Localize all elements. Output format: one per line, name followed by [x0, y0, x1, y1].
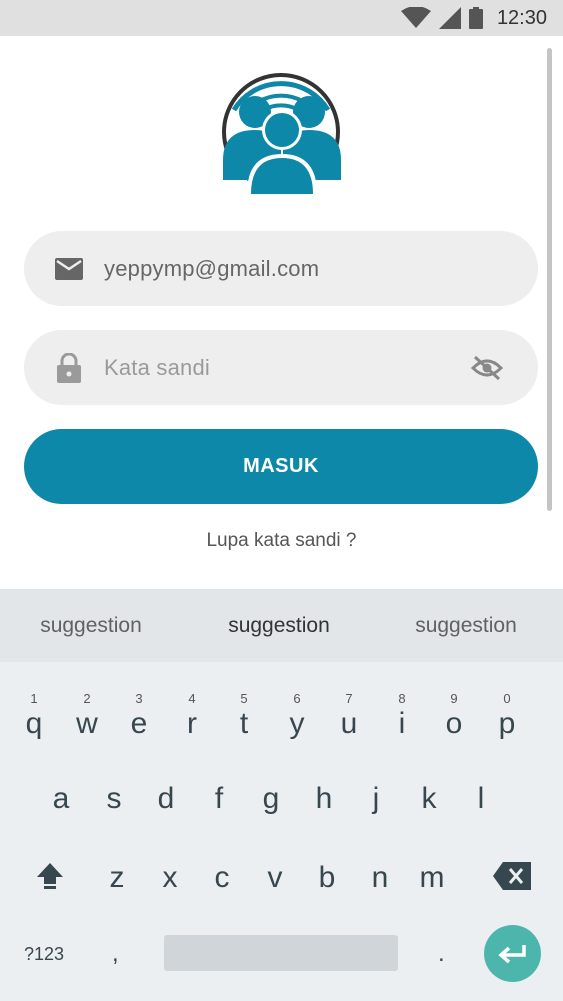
suggestion-bar: suggestion suggestion suggestion — [0, 589, 563, 662]
scroll-indicator[interactable] — [547, 48, 552, 511]
suggestion-1[interactable]: suggestion — [0, 589, 185, 662]
key-r[interactable]: 4r — [166, 691, 218, 754]
eye-off-icon[interactable] — [471, 355, 503, 381]
mail-icon — [55, 257, 83, 280]
email-value: yeppymp@gmail.com — [104, 255, 320, 281]
key-p[interactable]: 0p — [481, 691, 533, 754]
enter-icon — [497, 944, 526, 963]
key-a[interactable]: a — [35, 769, 87, 829]
key-u[interactable]: 7u — [323, 691, 375, 754]
key-label: w — [76, 707, 98, 740]
battery-icon — [468, 7, 483, 29]
key-s[interactable]: s — [88, 769, 140, 829]
key-label: y — [289, 707, 305, 740]
password-field[interactable]: Kata sandi — [24, 330, 538, 405]
symbols-key[interactable]: ?123 — [24, 944, 64, 965]
key-hint: 9 — [450, 691, 458, 706]
key-hint: 3 — [135, 691, 143, 706]
key-label: t — [239, 707, 249, 740]
key-hint: 2 — [83, 691, 91, 706]
login-button[interactable]: MASUK — [24, 429, 538, 504]
key-n[interactable]: n — [354, 848, 406, 908]
key-hint: 6 — [293, 691, 301, 706]
key-hint: 8 — [398, 691, 406, 706]
email-field[interactable]: yeppymp@gmail.com — [24, 231, 538, 306]
key-c[interactable]: c — [196, 848, 248, 908]
status-time: 12:30 — [496, 6, 547, 29]
key-hint: 1 — [30, 691, 38, 706]
key-label: p — [498, 707, 516, 740]
shift-icon[interactable] — [36, 862, 64, 890]
key-f[interactable]: f — [193, 769, 245, 829]
status-bar: 12:30 — [0, 0, 563, 36]
space-key[interactable] — [164, 935, 398, 971]
key-hint: 4 — [188, 691, 196, 706]
suggestion-3[interactable]: suggestion — [372, 589, 560, 662]
key-o[interactable]: 9o — [428, 691, 480, 754]
group-users-icon — [222, 73, 341, 194]
key-k[interactable]: k — [403, 769, 455, 829]
enter-key[interactable] — [484, 925, 541, 982]
key-b[interactable]: b — [301, 848, 353, 908]
key-hint: 7 — [345, 691, 353, 706]
key-h[interactable]: h — [298, 769, 350, 829]
key-q[interactable]: 1q — [8, 691, 60, 754]
password-placeholder: Kata sandi — [104, 354, 210, 380]
key-l[interactable]: l — [455, 769, 507, 829]
backspace-icon[interactable] — [493, 862, 531, 890]
key-e[interactable]: 3e — [113, 691, 165, 754]
key-hint: 5 — [240, 691, 248, 706]
signal-icon — [438, 7, 461, 29]
key-label: i — [398, 707, 406, 740]
suggestion-2[interactable]: suggestion — [185, 589, 373, 662]
key-w[interactable]: 2w — [61, 691, 113, 754]
key-label: q — [25, 707, 43, 740]
forgot-password-link[interactable]: Lupa kata sandi ? — [0, 530, 563, 552]
comma-key[interactable]: , — [112, 940, 119, 968]
key-label: o — [445, 707, 463, 740]
key-y[interactable]: 6y — [271, 691, 323, 754]
key-hint: 0 — [503, 691, 511, 706]
period-key[interactable]: . — [438, 940, 445, 968]
key-d[interactable]: d — [140, 769, 192, 829]
key-g[interactable]: g — [245, 769, 297, 829]
key-j[interactable]: j — [350, 769, 402, 829]
key-label: u — [340, 707, 358, 740]
key-z[interactable]: z — [91, 848, 143, 908]
key-t[interactable]: 5t — [218, 691, 270, 754]
key-label: e — [130, 707, 148, 740]
key-x[interactable]: x — [144, 848, 196, 908]
key-v[interactable]: v — [249, 848, 301, 908]
key-m[interactable]: m — [406, 848, 458, 908]
lock-icon — [57, 352, 81, 383]
wifi-icon — [400, 7, 431, 28]
key-i[interactable]: 8i — [376, 691, 428, 754]
key-label: r — [187, 707, 197, 740]
